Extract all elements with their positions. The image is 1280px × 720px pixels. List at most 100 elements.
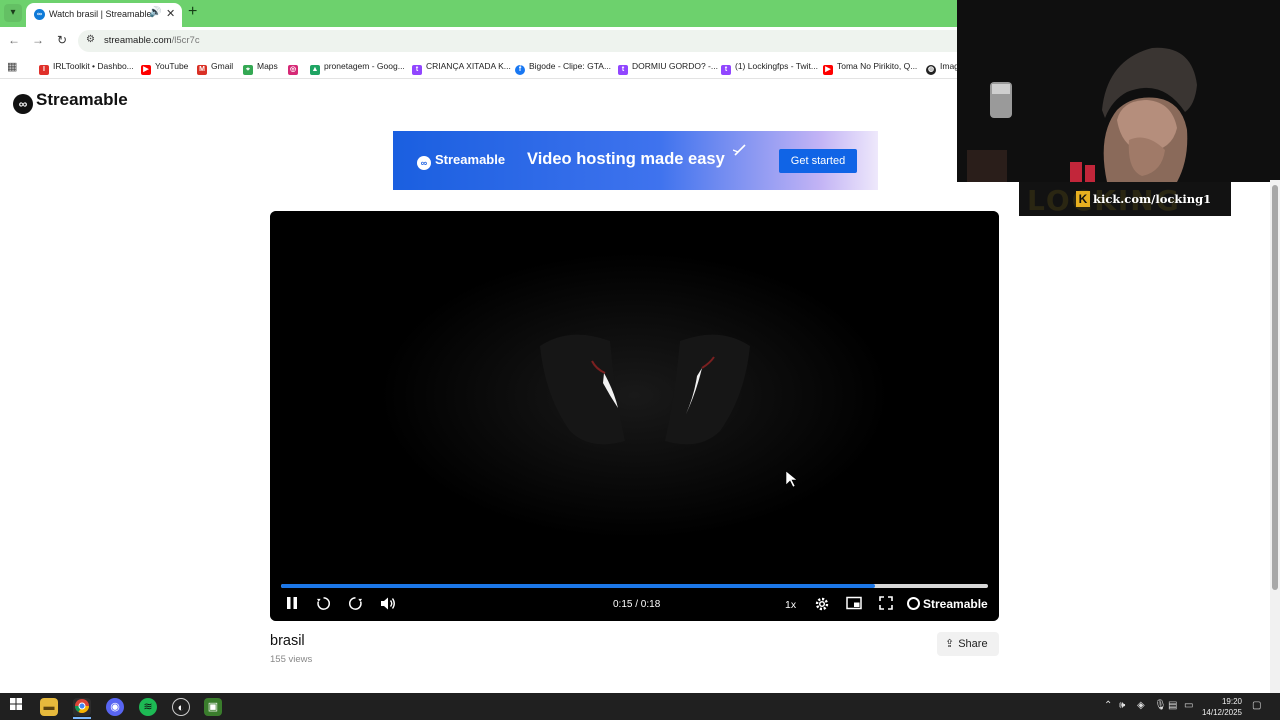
irltoolkit-icon: I: [39, 65, 49, 75]
youtube-icon: ▶: [141, 65, 151, 75]
sparkle-icon: [733, 144, 746, 156]
logo-text: Streamable: [36, 90, 128, 109]
fast-forward-icon: [349, 597, 363, 610]
tab-search-button[interactable]: ▾: [4, 4, 22, 22]
facebook-icon: f: [515, 65, 525, 75]
settings-button[interactable]: [814, 596, 830, 615]
active-app-indicator: [73, 717, 91, 719]
kick-channel-url: kick.com/locking1: [1093, 192, 1212, 206]
gmail-icon: M: [197, 65, 207, 75]
tab-title: Watch brasil | Streamable: [49, 9, 152, 19]
playback-speed-button[interactable]: 1x: [785, 599, 796, 611]
speaker-tray-icon[interactable]: 🕪: [1119, 700, 1125, 711]
obs-icon[interactable]: ◐: [172, 698, 190, 716]
clock-date: 14/12/2025: [1201, 708, 1242, 717]
network-tray-icon[interactable]: ◈: [1137, 700, 1145, 711]
notifications-icon[interactable]: ▢: [1252, 700, 1261, 711]
nvidia-app-icon[interactable]: ▣: [204, 698, 222, 716]
kick-channel-badge: LOCKING K kick.com/locking1: [1019, 182, 1231, 217]
globe-icon: ◍: [926, 65, 936, 75]
player-streamable-logo[interactable]: Streamable: [907, 597, 988, 611]
bookmark-item[interactable]: M Gmail: [197, 61, 233, 75]
clock-time: 19:20: [1221, 697, 1242, 706]
bookmark-label: DORMIU GORDO? -...: [632, 61, 718, 71]
bookmark-item[interactable]: ◍ Imag: [926, 61, 959, 75]
bookmark-item[interactable]: ◎: [288, 61, 302, 75]
picture-in-picture-button[interactable]: [846, 596, 862, 613]
bookmark-label: YouTube: [155, 61, 189, 71]
video-player[interactable]: 0:15 / 0:18 1x Streamable: [270, 211, 999, 621]
share-icon: ⇪: [945, 638, 955, 650]
twitch-icon: t: [721, 65, 731, 75]
microphone-tray-icon[interactable]: 🎙: [1154, 700, 1167, 711]
volume-button[interactable]: [380, 596, 396, 614]
bookmark-label: Bigode - Clipe: GTA...: [529, 61, 612, 71]
instagram-icon: ◎: [288, 65, 298, 75]
ad-brand-text: Streamable: [435, 152, 506, 167]
streamable-logo-icon: ∞: [417, 156, 431, 170]
taskbar: ▬ ◉ ≋ ◐ ▣ ⌃ 🕪 ◈ 🎙 ▤ ▭ 19:20 14/12/2025 ▢: [0, 693, 1280, 720]
ad-banner[interactable]: ∞ Streamable Video hosting made easy Get …: [393, 131, 878, 190]
bookmark-label: (1) Lockingfps - Twit...: [735, 61, 818, 71]
bookmark-item[interactable]: f Bigode - Clipe: GTA...: [515, 61, 611, 75]
system-clock[interactable]: 19:20 14/12/2025: [1198, 696, 1242, 718]
progress-fill: [281, 584, 875, 588]
bookmark-label: pronetagem - Goog...: [324, 61, 405, 71]
ad-brand: ∞ Streamable: [417, 152, 505, 170]
share-button[interactable]: ⇪ Share: [937, 632, 999, 656]
video-title: brasil: [270, 633, 305, 649]
bookmark-item[interactable]: ⌖ Maps: [243, 61, 278, 75]
streamable-logo[interactable]: ∞ Streamable: [13, 90, 128, 114]
rewind-icon: [316, 597, 330, 610]
streamable-logo-icon: ∞: [13, 94, 33, 114]
progress-bar[interactable]: [281, 584, 988, 588]
display-tray-icon[interactable]: ▭: [1184, 700, 1193, 711]
chrome-icon[interactable]: [73, 698, 91, 716]
playback-time: 0:15 / 0:18: [613, 599, 661, 610]
video-frame: [270, 211, 999, 621]
reload-button[interactable]: ↻: [54, 33, 70, 47]
apps-grid-icon[interactable]: ▦: [7, 60, 17, 73]
file-explorer-icon[interactable]: ▬: [40, 698, 58, 716]
bookmark-item[interactable]: ▶ Toma No Pirikito, Q...: [823, 61, 917, 75]
twitch-icon: t: [412, 65, 422, 75]
bookmark-item[interactable]: t (1) Lockingfps - Twit...: [721, 61, 818, 75]
pip-icon: [846, 596, 862, 610]
page-scrollbar[interactable]: [1270, 180, 1280, 693]
new-tab-button[interactable]: +: [188, 3, 197, 21]
bookmark-item[interactable]: ▶ YouTube: [141, 61, 188, 75]
app-tray-icon[interactable]: ▤: [1168, 700, 1177, 711]
scrollbar-thumb[interactable]: [1272, 185, 1278, 590]
get-started-button[interactable]: Get started: [779, 149, 857, 173]
maps-icon: ⌖: [243, 65, 253, 75]
forward-button[interactable]: →: [30, 33, 46, 47]
forward-button[interactable]: [348, 596, 363, 614]
back-button[interactable]: ←: [6, 33, 22, 47]
address-bar[interactable]: ⚙ streamable.com/l5cr7c: [78, 30, 978, 52]
windows-start-icon[interactable]: [7, 698, 25, 716]
site-info-icon[interactable]: ⚙: [86, 34, 95, 45]
share-label: Share: [958, 638, 988, 650]
bookmark-item[interactable]: ▲ pronetagem - Goog...: [310, 61, 405, 75]
bookmark-label: Maps: [257, 61, 278, 71]
browser-tab-active[interactable]: ∞ Watch brasil | Streamable 🔊 ✕: [26, 3, 182, 27]
player-brand-text: Streamable: [923, 597, 988, 611]
bookmark-label: Gmail: [211, 61, 234, 71]
pause-button[interactable]: [285, 596, 299, 613]
pause-icon: [287, 597, 297, 609]
tray-overflow-icon[interactable]: ⌃: [1104, 700, 1112, 711]
speaker-icon[interactable]: 🔊: [149, 7, 161, 18]
rewind-button[interactable]: [316, 596, 331, 614]
fullscreen-button[interactable]: [879, 596, 893, 613]
view-count: 155 views: [270, 654, 313, 665]
bookmark-label: IRLToolkit • Dashbo...: [53, 61, 134, 71]
bookmark-item[interactable]: I IRLToolkit • Dashbo...: [39, 61, 134, 75]
discord-icon[interactable]: ◉: [106, 698, 124, 716]
bookmark-label: CRIANÇA XITADA K...: [426, 61, 511, 71]
tab-close-button[interactable]: ✕: [166, 7, 175, 20]
bookmark-item[interactable]: t CRIANÇA XITADA K...: [412, 61, 511, 75]
webcam-image: [957, 0, 1280, 182]
twitch-icon: t: [618, 65, 628, 75]
spotify-icon[interactable]: ≋: [139, 698, 157, 716]
bookmark-item[interactable]: t DORMIU GORDO? -...: [618, 61, 718, 75]
